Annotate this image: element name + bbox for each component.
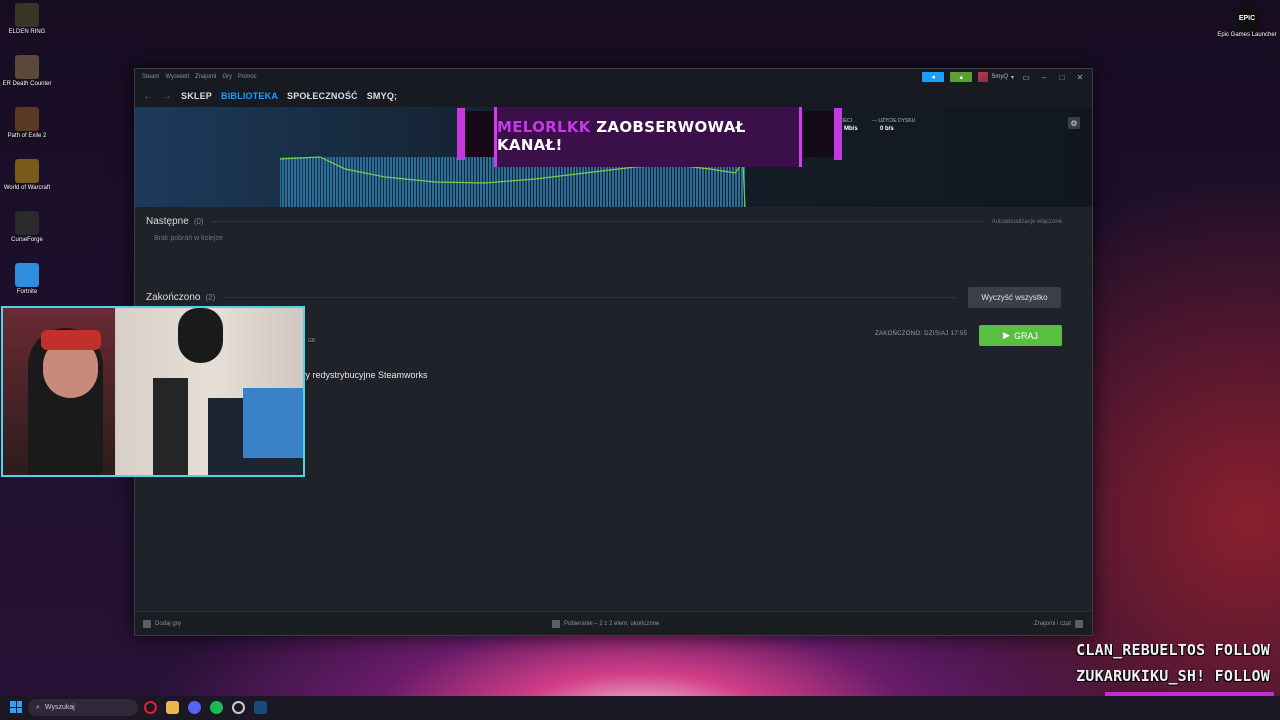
world-of-warcraft-icon: [15, 159, 39, 183]
desktop-shortcut-0[interactable]: ELDEN RING: [0, 3, 57, 35]
back-arrow-icon[interactable]: ←: [143, 91, 153, 102]
bell-icon: ▴: [959, 74, 964, 81]
download-icon: [552, 619, 560, 628]
status-bar: Dodaj grę Pobieranie – 2 z 2 elem. ukońc…: [135, 611, 1092, 635]
completed-time: ZAKOŃCZONO: DZISIAJ 17:55: [875, 331, 968, 337]
epic-games-launcher-shortcut[interactable]: EPIC Epic Games Launcher: [1217, 6, 1277, 38]
plus-icon: [143, 619, 151, 628]
follow-item-1: CLAN_REBUELTOS FOLLOW: [1076, 641, 1270, 659]
taskbar: ⌕ Wyszukaj: [0, 696, 1280, 720]
friends-chat-button[interactable]: Znajomi i czat: [1034, 619, 1084, 628]
desktop-shortcut-4[interactable]: CurseForge: [0, 211, 57, 243]
steam-navbar: ← → SKLEP BIBLIOTEKA SPOŁECZNOŚĆ SMYQ;: [135, 85, 1092, 107]
maximize-icon[interactable]: □: [1056, 73, 1068, 82]
steam-menu: Steam Wyświetl Znajomi Gry Pomoc: [142, 74, 257, 80]
desktop-shortcut-2[interactable]: Path of Exile 2: [0, 107, 57, 139]
menu-friends[interactable]: Znajomi: [195, 74, 216, 80]
play-button[interactable]: ▶ GRAJ: [979, 325, 1062, 346]
epic-games-icon: EPIC: [1235, 6, 1259, 30]
desktop-shortcut-1[interactable]: ER Death Counter: [0, 55, 57, 87]
nav-store[interactable]: SKLEP: [181, 91, 212, 101]
elden-ring-icon: [15, 3, 39, 27]
play-icon: ▶: [1003, 330, 1010, 340]
nav-profile[interactable]: SMYQ;: [367, 91, 398, 101]
queue-title: Następne: [146, 216, 189, 227]
nav-library[interactable]: BIBLIOTEKA: [221, 91, 278, 101]
settings-gear-icon[interactable]: ⚙: [1068, 117, 1080, 129]
disk-legend: — UŻYCIE DYSKU 0 b/s: [872, 118, 916, 132]
desktop-shortcut-label: ELDEN RING: [8, 29, 46, 35]
download-item-title[interactable]: ty redystrybucyjne Steamworks: [303, 370, 428, 380]
steam-titlebar: Steam Wyświetl Znajomi Gry Pomoc ◂ ▴ Smy…: [135, 69, 1092, 85]
path-of-exile-icon: [15, 107, 39, 131]
close-icon[interactable]: ✕: [1074, 73, 1086, 82]
file-explorer-icon[interactable]: [166, 701, 179, 714]
chevron-down-icon: ▾: [1010, 74, 1014, 81]
webcam-overlay: [1, 306, 305, 477]
chat-icon: [1075, 619, 1084, 628]
spotify-icon[interactable]: [210, 701, 223, 714]
auto-update-toggle[interactable]: Autoaktualizacje włączone: [992, 219, 1062, 225]
menu-steam[interactable]: Steam: [142, 74, 159, 80]
megaphone-icon: ◂: [931, 74, 936, 81]
big-picture-icon[interactable]: ▭: [1020, 73, 1032, 82]
announcements-button[interactable]: ◂: [922, 72, 945, 82]
epic-games-label: Epic Games Launcher: [1217, 32, 1277, 38]
desktop-shortcut-label: Fortnite: [16, 289, 38, 295]
opera-icon[interactable]: [144, 701, 157, 714]
notifications-button[interactable]: ▴: [950, 72, 973, 82]
desktop-shortcut-3[interactable]: World of Warcraft: [0, 159, 57, 191]
menu-help[interactable]: Pomoc: [238, 74, 257, 80]
er-death-counter-icon: [15, 55, 39, 79]
completed-count: (2): [205, 293, 216, 302]
completed-title: Zakończono: [146, 292, 201, 303]
curseforge-icon: [15, 211, 39, 235]
desktop-shortcut-5[interactable]: Fortnite: [0, 263, 57, 295]
obs-icon[interactable]: [232, 701, 245, 714]
user-menu[interactable]: SmyQ ▾: [978, 72, 1014, 82]
desktop-shortcut-label: Path of Exile 2: [7, 133, 47, 139]
desktop-shortcut-label: ER Death Counter: [2, 81, 52, 87]
search-input[interactable]: ⌕ Wyszukaj: [28, 699, 138, 716]
queue-header: Następne (0) Autoaktualizacje włączone: [146, 216, 1062, 227]
completed-header: Zakończono (2): [146, 292, 956, 303]
downloads-status[interactable]: Pobieranie – 2 z 2 elem. ukończone: [552, 619, 659, 628]
nav-community[interactable]: SPOŁECZNOŚĆ: [287, 91, 358, 101]
windows-start-icon[interactable]: [10, 701, 22, 713]
download-size: GB: [308, 338, 316, 344]
alert-name: MELORLKK: [497, 118, 591, 136]
search-icon: ⌕: [36, 703, 40, 711]
clear-all-button[interactable]: Wyczyść wszystko: [968, 287, 1061, 308]
play-label: GRAJ: [1013, 330, 1038, 341]
menu-view[interactable]: Wyświetl: [165, 74, 189, 80]
desktop-shortcut-label: World of Warcraft: [3, 185, 51, 191]
menu-games[interactable]: Gry: [222, 74, 232, 80]
steam-taskbar-icon[interactable]: [254, 701, 267, 714]
minimize-icon[interactable]: –: [1038, 73, 1050, 82]
username: SmyQ: [991, 74, 1008, 80]
avatar: [978, 72, 989, 82]
empty-queue-message: Brak pobrań w kolejce: [154, 235, 223, 242]
download-graph: SIECI 0 Mb/s — UŻYCIE DYSKU 0 b/s ⚙ MELORL…: [135, 107, 1092, 207]
add-game-button[interactable]: Dodaj grę: [143, 619, 181, 628]
fortnite-icon: [15, 263, 39, 287]
queue-count: (0): [193, 217, 204, 226]
follow-alert: MELORLKK ZAOBSERWOWAŁ KANAŁ!: [457, 107, 842, 167]
discord-icon[interactable]: [188, 701, 201, 714]
forward-arrow-icon[interactable]: →: [162, 91, 172, 102]
desktop-shortcut-label: CurseForge: [11, 237, 43, 243]
follow-item-2: ZUKARUKIKU_SH! FOLLOW: [1076, 667, 1270, 685]
